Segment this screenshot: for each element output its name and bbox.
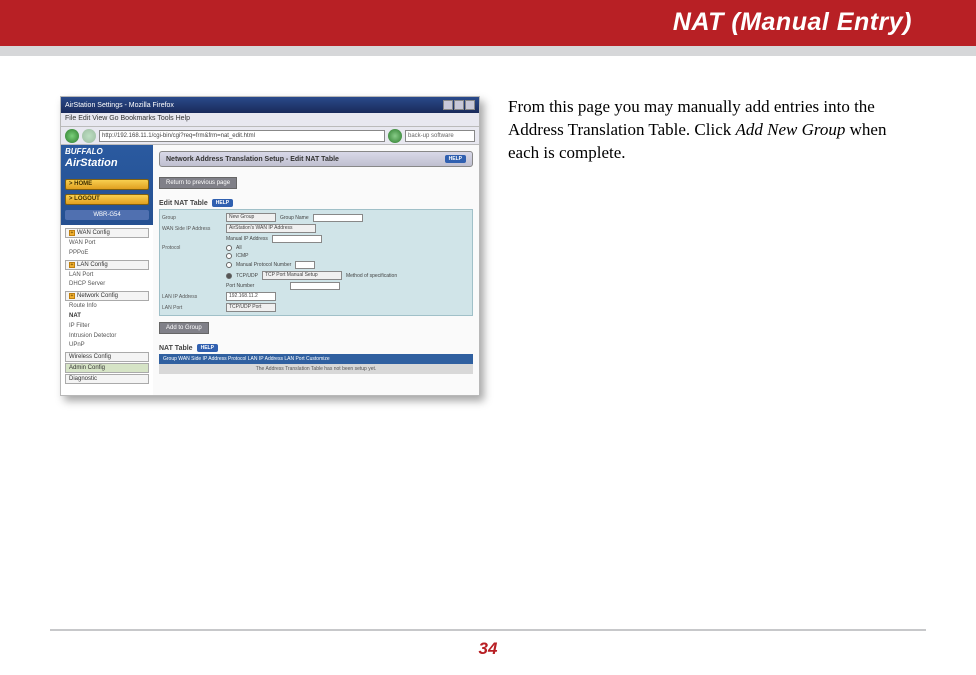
nav-network-config: +Network Config [65, 291, 149, 301]
row-wan-ip: WAN Side IP Address [162, 226, 222, 232]
nat-table-label: NAT Table HELP [159, 344, 473, 352]
nat-form: Group New Group Group Name WAN Side IP Add… [159, 209, 473, 316]
gray-band [0, 46, 976, 56]
nav-route: Route Info [61, 302, 153, 312]
logo-brand: BUFFALO [65, 147, 103, 156]
minimize-icon [443, 100, 453, 110]
panel-title: Network Address Translation Setup - Edit… [166, 156, 339, 163]
nav-intrusion: Intrusion Detector [61, 332, 153, 342]
header-band: NAT (Manual Entry) [0, 0, 976, 46]
nat-table-empty: The Address Translation Table has not be… [159, 364, 473, 374]
window-titlebar: AirStation Settings - Mozilla Firefox [61, 97, 479, 113]
proto-num-input [295, 261, 315, 269]
radio-icon [226, 273, 232, 279]
help-button: HELP [197, 344, 218, 352]
nav-nat: NAT [61, 312, 153, 322]
main-pane: Network Address Translation Setup - Edit… [153, 145, 479, 395]
nav-upnp: UPnP [61, 341, 153, 351]
group-name-label: Group Name [280, 215, 309, 221]
help-button: HELP [212, 199, 233, 207]
lan-port-dropdown: TCP/UDP Port [226, 303, 276, 312]
nav-admin: Admin Config [65, 363, 149, 373]
logo: BUFFALO AirStation [61, 145, 153, 177]
nav-wan-config: +WAN Config [65, 228, 149, 238]
lan-ip-input: 192.168.11.2 [226, 292, 276, 301]
radio-icon [226, 245, 232, 251]
body-text: From this page you may manually add entr… [508, 96, 908, 396]
add-group-button: Add to Group [159, 322, 209, 334]
row-group: Group [162, 215, 222, 221]
radio-icon [226, 262, 232, 268]
wan-ip-dropdown: AirStation's WAN IP Address [226, 224, 316, 233]
nav-list: +WAN Config WAN Port PPPoE +LAN Config L… [61, 225, 153, 395]
model-label: WBR-G54 [65, 210, 149, 220]
window-title: AirStation Settings - Mozilla Firefox [65, 102, 174, 109]
body-text-em: Add New Group [736, 120, 846, 139]
row-lan-port: LAN Port [162, 305, 222, 311]
expand-icon: + [69, 293, 75, 299]
sidebar: BUFFALO AirStation > HOME > LOGOUT WBR-G… [61, 145, 153, 395]
nav-lan-port: LAN Port [61, 271, 153, 281]
content-area: AirStation Settings - Mozilla Firefox Fi… [0, 56, 976, 416]
maximize-icon [454, 100, 464, 110]
port-num-input [290, 282, 340, 290]
nav-lan-config: +LAN Config [65, 260, 149, 270]
page-number: 34 [0, 639, 976, 659]
nav-diag: Diagnostic [65, 374, 149, 384]
group-dropdown: New Group [226, 213, 276, 222]
group-name-input [313, 214, 363, 222]
close-icon [465, 100, 475, 110]
panel-header: Network Address Translation Setup - Edit… [159, 151, 473, 167]
logo-product: AirStation [65, 157, 149, 169]
browser-addrbar: http://192.168.11.1/cgi-bin/cgi?req=frm&… [61, 127, 479, 145]
footer-rule [50, 629, 926, 631]
address-field: http://192.168.11.1/cgi-bin/cgi?req=frm&… [99, 130, 385, 142]
page-title: NAT (Manual Entry) [673, 8, 912, 37]
back-icon [65, 129, 79, 143]
help-button: HELP [445, 155, 466, 163]
nav-wan-port: WAN Port [61, 239, 153, 249]
edit-nat-label: Edit NAT Table HELP [159, 199, 473, 207]
manual-ip-label: Manual IP Address [226, 236, 268, 242]
expand-icon: + [69, 262, 75, 268]
go-icon [388, 129, 402, 143]
embedded-screenshot: AirStation Settings - Mozilla Firefox Fi… [60, 96, 480, 396]
home-button: > HOME [65, 179, 149, 190]
nav-pppoe: PPPoE [61, 249, 153, 259]
nav-dhcp: DHCP Server [61, 280, 153, 290]
port-dropdown: TCP Port Manual Setup [262, 271, 342, 280]
nat-table-header: Group WAN Side IP Address Protocol LAN I… [159, 354, 473, 364]
forward-icon [82, 129, 96, 143]
nav-ipfilter: IP Filter [61, 322, 153, 332]
window-buttons [443, 100, 475, 110]
manual-ip-input [272, 235, 322, 243]
logout-button: > LOGOUT [65, 194, 149, 205]
search-field: back-up software [405, 130, 475, 142]
browser-menubar: File Edit View Go Bookmarks Tools Help [61, 113, 479, 127]
radio-icon [226, 253, 232, 259]
row-lan-ip: LAN IP Address [162, 294, 222, 300]
return-button: Return to previous page [159, 177, 237, 189]
row-protocol: Protocol [162, 245, 222, 251]
nav-wireless: Wireless Config [65, 352, 149, 362]
expand-icon: + [69, 230, 75, 236]
